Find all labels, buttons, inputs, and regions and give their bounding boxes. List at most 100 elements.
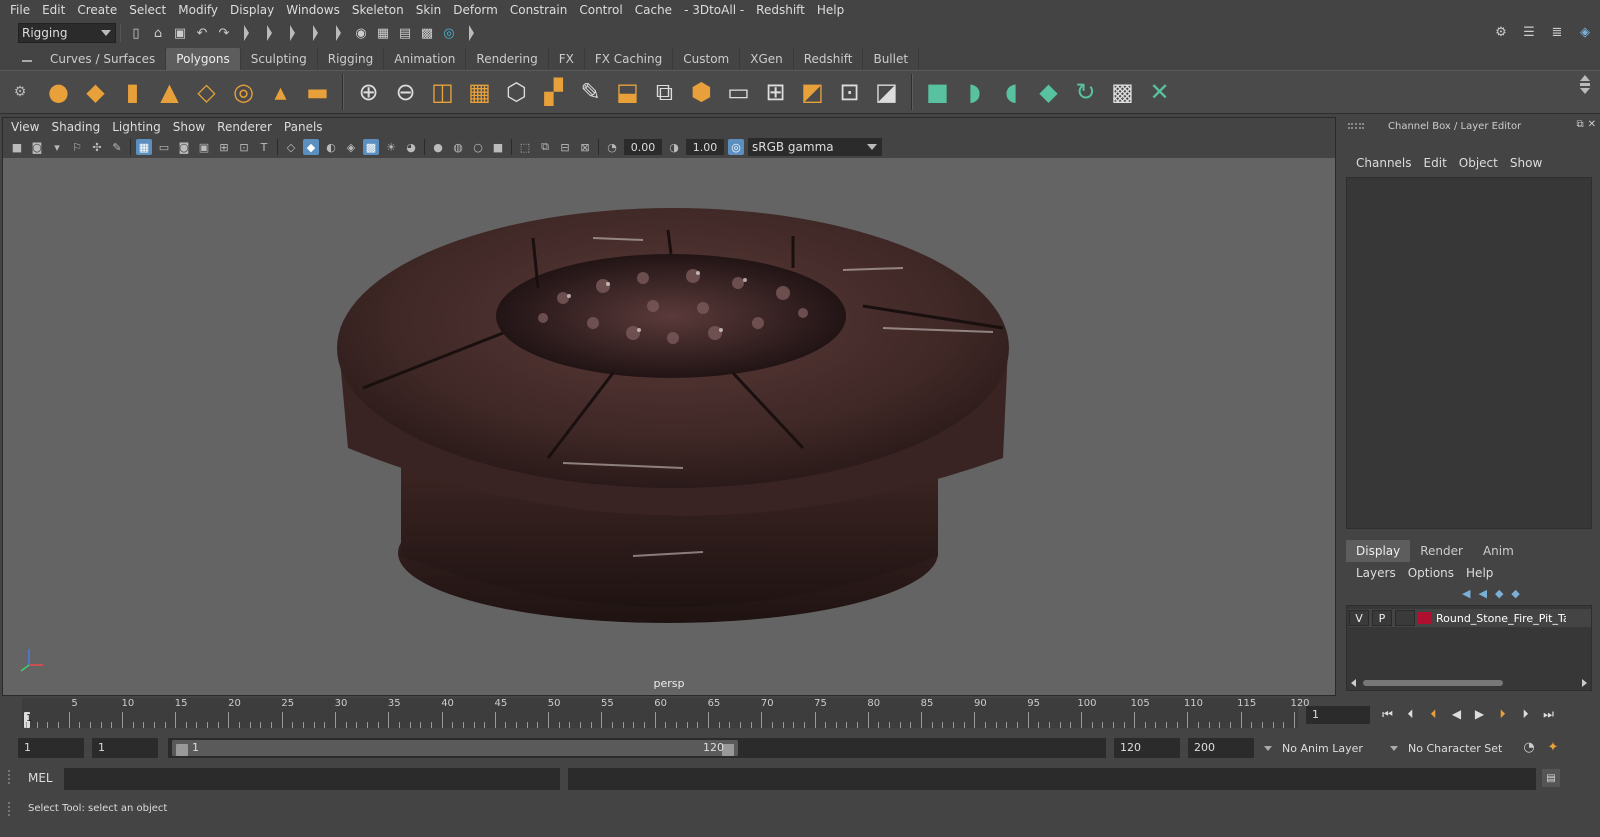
layer-tab-anim[interactable]: Anim <box>1473 540 1524 562</box>
append-icon[interactable]: ⬢ <box>686 76 718 108</box>
menu-edit[interactable]: Edit <box>36 3 71 17</box>
film-gate-icon[interactable]: ▭ <box>156 139 172 155</box>
gear-icon[interactable]: ⚙ <box>0 84 40 100</box>
save-scene-icon[interactable]: ▣ <box>171 24 189 42</box>
layer-name[interactable]: Round_Stone_Fire_Pit_Ta <box>1436 612 1566 625</box>
layer-menu-help[interactable]: Help <box>1460 566 1499 580</box>
offset-edge-loop-icon[interactable]: ⊞ <box>760 76 792 108</box>
wireframe-icon[interactable]: ◇ <box>283 139 299 155</box>
field-chart-icon[interactable]: ⊞ <box>216 139 232 155</box>
channel-menu-show[interactable]: Show <box>1504 156 1548 170</box>
separate-icon[interactable]: ⊖ <box>390 76 422 108</box>
step-back-key-icon[interactable]: ⏴ <box>1424 704 1443 724</box>
script-language-toggle[interactable]: MEL <box>28 771 53 785</box>
collapse-arrow-icon[interactable] <box>336 25 341 41</box>
undo-icon[interactable]: ↶ <box>193 24 211 42</box>
checker-icon[interactable]: ▩ <box>1107 76 1139 108</box>
menu-redshift[interactable]: Redshift <box>750 3 811 17</box>
motion-blur-icon[interactable]: ◍ <box>450 139 466 155</box>
animation-preferences-icon[interactable]: ✦ <box>1544 738 1562 756</box>
panel-menu-panels[interactable]: Panels <box>278 120 329 134</box>
layer-row[interactable]: V P Round_Stone_Fire_Pit_Ta <box>1349 609 1591 627</box>
step-back-frame-icon[interactable]: ⏴ <box>1401 704 1420 724</box>
render-frame-icon[interactable]: ▦ <box>374 24 392 42</box>
menu-windows[interactable]: Windows <box>280 3 346 17</box>
menu-modify[interactable]: Modify <box>172 3 224 17</box>
auto-key-icon[interactable]: ◔ <box>1520 738 1538 756</box>
move-layer-down-icon[interactable]: ◀ <box>1478 587 1486 600</box>
new-layer-selected-icon[interactable]: ◆ <box>1511 587 1519 600</box>
attribute-editor-icon[interactable]: ☰ <box>1520 23 1538 41</box>
panel-menu-shading[interactable]: Shading <box>45 120 106 134</box>
command-input[interactable] <box>64 768 560 790</box>
shelf-tab-fx-caching[interactable]: FX Caching <box>585 48 674 70</box>
view-transform-select[interactable]: sRGB gamma <box>748 138 882 156</box>
cylindrical-uv-icon[interactable]: ◗ <box>959 76 991 108</box>
start-time-field[interactable]: 1 <box>18 738 84 758</box>
channel-menu-channels[interactable]: Channels <box>1350 156 1418 170</box>
fire-pit-model[interactable] <box>3 158 1335 695</box>
menu-create[interactable]: Create <box>71 3 123 17</box>
panel-menu-lighting[interactable]: Lighting <box>106 120 167 134</box>
shelf-scroll[interactable] <box>1580 75 1590 94</box>
shelf-tab-polygons[interactable]: Polygons <box>166 48 241 70</box>
extract-icon[interactable]: ⬡ <box>501 76 533 108</box>
duplicate-face-icon[interactable]: ◪ <box>871 76 903 108</box>
ipr-render-icon[interactable]: ▤ <box>396 24 414 42</box>
depth-of-field-icon[interactable]: ■ <box>490 139 506 155</box>
layer-scrollbar[interactable] <box>1351 678 1587 688</box>
menu-cache[interactable]: Cache <box>629 3 678 17</box>
collapse-arrow-icon[interactable] <box>313 25 318 41</box>
layer-menu-layers[interactable]: Layers <box>1350 566 1402 580</box>
fill-hole-icon[interactable]: ⊡ <box>834 76 866 108</box>
menu-display[interactable]: Display <box>224 3 280 17</box>
grip-icon[interactable] <box>1348 123 1364 129</box>
panel-menu-show[interactable]: Show <box>167 120 211 134</box>
image-plane-icon[interactable]: ⚐ <box>69 139 85 155</box>
menu-set-select[interactable]: Rigging <box>18 23 116 43</box>
range-bar[interactable]: 1 120 <box>168 738 1106 758</box>
grease-pencil-icon[interactable]: ✎ <box>109 139 125 155</box>
render-view-icon[interactable]: ◉ <box>352 24 370 42</box>
exposure-icon[interactable]: ◔ <box>604 139 620 155</box>
menu-skin[interactable]: Skin <box>410 3 448 17</box>
shelf-tab-animation[interactable]: Animation <box>384 48 467 70</box>
layer-color-swatch[interactable] <box>1418 612 1432 624</box>
combine-icon[interactable]: ⊕ <box>353 76 385 108</box>
poly-plane-icon[interactable]: ◇ <box>191 76 223 108</box>
layer-tab-render[interactable]: Render <box>1410 540 1473 562</box>
range-start-handle[interactable] <box>176 744 188 756</box>
unfold-uv-icon[interactable]: ↻ <box>1070 76 1102 108</box>
shelf-tab-fx[interactable]: FX <box>549 48 585 70</box>
insert-edge-loop-icon[interactable]: ▭ <box>723 76 755 108</box>
playback-end-field[interactable]: 120 <box>1114 738 1180 758</box>
range-bar-fill[interactable] <box>172 740 738 756</box>
gamma-icon[interactable]: ◑ <box>666 139 682 155</box>
exposure-field[interactable]: 0.00 <box>624 139 662 155</box>
resolution-gate-icon[interactable]: ◙ <box>176 139 192 155</box>
go-to-start-icon[interactable]: ⏮ <box>1378 704 1397 724</box>
gamma-field[interactable]: 1.00 <box>686 139 724 155</box>
poly-pipe-icon[interactable]: ▬ <box>302 76 334 108</box>
bookmark-icon[interactable]: ▾ <box>49 139 65 155</box>
shelf-tab-curves-surfaces[interactable]: Curves / Surfaces <box>40 48 167 70</box>
shelf-tab-custom[interactable]: Custom <box>673 48 741 70</box>
layer-playback-toggle[interactable]: P <box>1372 610 1392 626</box>
shelf-tab-rendering[interactable]: Rendering <box>466 48 549 70</box>
shelf-tab-xgen[interactable]: XGen <box>740 48 794 70</box>
smooth-icon[interactable]: ▦ <box>464 76 496 108</box>
shelf-tab-rigging[interactable]: Rigging <box>318 48 385 70</box>
menu-help[interactable]: Help <box>811 3 850 17</box>
automatic-uv-icon[interactable]: ◆ <box>1033 76 1065 108</box>
channel-menu-object[interactable]: Object <box>1453 156 1504 170</box>
default-material-icon[interactable]: ◐ <box>323 139 339 155</box>
poly-sphere-icon[interactable]: ● <box>43 76 75 108</box>
color-management-icon[interactable]: ◎ <box>728 139 744 155</box>
multi-cut-icon[interactable]: ✎ <box>575 76 607 108</box>
menu-3dtoall[interactable]: - 3DtoAll - <box>678 3 750 17</box>
menu-select[interactable]: Select <box>123 3 172 17</box>
3d-viewport[interactable]: persp <box>3 158 1335 695</box>
bevel-icon[interactable]: ⧉ <box>649 76 681 108</box>
grid-icon[interactable]: ▦ <box>136 139 152 155</box>
anim-layer-select[interactable]: No Anim Layer <box>1276 738 1388 758</box>
